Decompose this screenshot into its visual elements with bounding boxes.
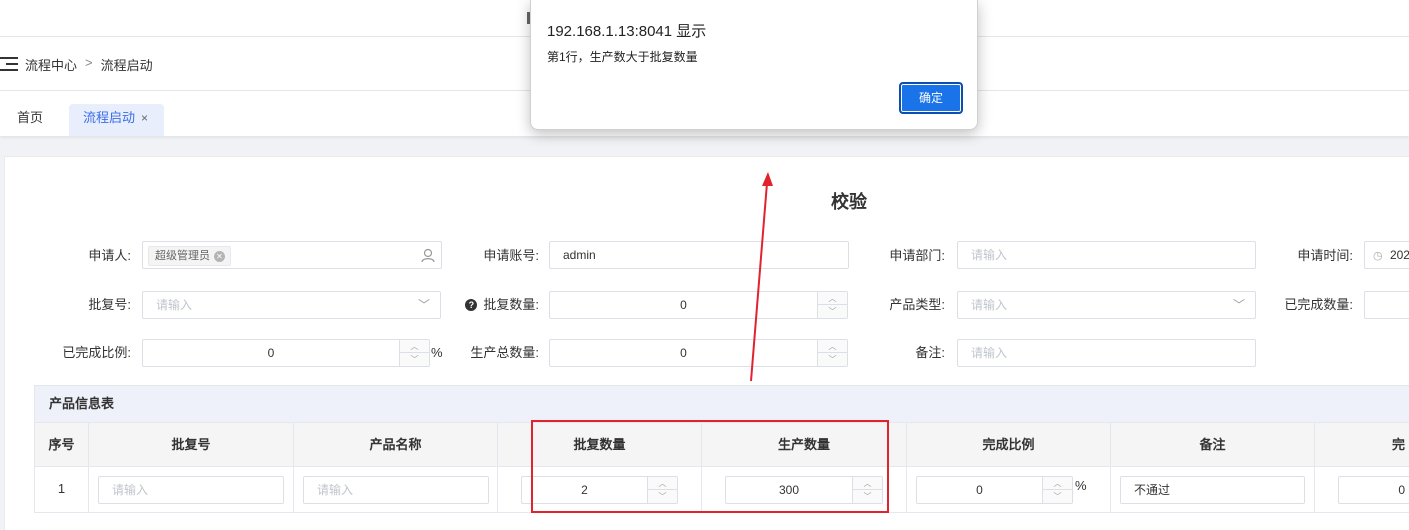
page-title: 校验 (831, 192, 867, 212)
done-ratio-value: 0 (267, 346, 275, 360)
stepper-controls: ︿ ﹀ (399, 340, 429, 366)
approval-no-select[interactable]: 请输入 ﹀ (142, 291, 441, 319)
help-icon[interactable]: ? (465, 299, 478, 311)
total-qty-stepper[interactable]: 0 ︿ ﹀ (549, 339, 848, 367)
time-value: 202 (1389, 248, 1409, 262)
dialog-origin: 192.168.1.13:8041 显示 (547, 23, 707, 40)
column-header: 完 (1315, 423, 1409, 466)
row-index-cell: 1 (35, 467, 89, 512)
breadcrumb-item-flow-start: 流程启动 (100, 58, 153, 73)
tab-flow-start-label: 流程启动 (83, 110, 136, 125)
product-type-select[interactable]: 请输入 ﹀ (957, 291, 1256, 319)
row-ratio-value: 0 (976, 483, 983, 497)
done-ratio-label: 已完成比例: (62, 345, 131, 360)
applicant-label: 申请人: (88, 248, 131, 263)
stepper-controls: ︿ ﹀ (817, 292, 847, 318)
row-remark-input[interactable]: 不通过 (1120, 476, 1305, 504)
clock-icon: ◷ (1373, 250, 1383, 262)
product-name-cell: 请输入 (294, 467, 498, 512)
tab-home[interactable]: 首页 (17, 104, 43, 136)
ratio-cell: 0 ︿ ﹀ % (907, 467, 1111, 512)
row-approval-no-input[interactable]: 请输入 (98, 476, 284, 504)
decrement-icon[interactable]: ﹀ (818, 353, 847, 366)
dept-field[interactable]: 请输入 (957, 241, 1256, 269)
highlight-box (531, 420, 889, 513)
tab-flow-start[interactable]: 流程启动 × (69, 104, 164, 136)
user-icon[interactable] (421, 248, 435, 263)
increment-icon[interactable]: ︿ (818, 292, 847, 305)
decrement-icon[interactable]: ﹀ (1043, 490, 1072, 503)
done-qty-label: 已完成数量: (1284, 297, 1353, 312)
product-type-placeholder: 请输入 (971, 298, 1008, 312)
remark-cell: 不通过 (1111, 467, 1315, 512)
decrement-icon[interactable]: ﹀ (400, 353, 429, 366)
total-qty-value: 0 (680, 346, 687, 360)
breadcrumb-item-flow-center[interactable]: 流程中心 (25, 55, 77, 74)
applicant-tag: 超级管理员 ✕ (148, 246, 231, 266)
approval-no-label: 批复号: (88, 297, 131, 312)
account-field[interactable]: admin (549, 241, 849, 269)
increment-icon[interactable]: ︿ (1043, 477, 1072, 490)
row-index: 1 (57, 481, 66, 496)
column-header: 产品名称 (294, 423, 498, 466)
row-product-name-input[interactable]: 请输入 (303, 476, 489, 504)
dialog-message: 第1行，生产数大于批复数量 (547, 50, 698, 64)
chevron-down-icon: ﹀ (1232, 298, 1245, 312)
decrement-icon[interactable]: ﹀ (818, 305, 847, 318)
column-header: 批复号 (89, 423, 294, 466)
applicant-tag-text: 超级管理员 (155, 250, 210, 262)
chevron-down-icon: ﹀ (417, 298, 430, 312)
remark-field[interactable]: 请输入 (957, 339, 1256, 367)
approval-no-placeholder: 请输入 (156, 298, 193, 312)
row-ratio-stepper[interactable]: 0 ︿ ﹀ (916, 476, 1073, 504)
column-header: 序号 (35, 423, 89, 466)
time-label: 申请时间: (1297, 248, 1353, 263)
remark-label: 备注: (915, 345, 945, 360)
ok-button[interactable]: 确定 (899, 82, 963, 114)
account-label: 申请账号: (483, 248, 539, 263)
table-title: 产品信息表 (34, 385, 1409, 423)
breadcrumb-separator: > (85, 55, 93, 70)
approval-qty-label-text: 批复数量: (483, 297, 539, 312)
approval-qty-stepper[interactable]: 0 ︿ ﹀ (549, 291, 848, 319)
row-done-input[interactable]: 0 (1338, 476, 1409, 504)
done-cell: 0 (1315, 467, 1409, 512)
alert-dialog: 192.168.1.13:8041 显示 第1行，生产数大于批复数量 确定 (530, 0, 978, 130)
done-ratio-stepper[interactable]: 0 ︿ ﹀ (142, 339, 430, 367)
approval-no-cell: 请输入 (89, 467, 294, 512)
approval-qty-value: 0 (680, 298, 687, 312)
stepper-controls: ︿ ﹀ (1042, 477, 1072, 503)
breadcrumb: 流程中心 > 流程启动 (25, 55, 153, 74)
column-header: 完成比例 (907, 423, 1111, 466)
percent-unit: % (1075, 478, 1087, 493)
stepper-controls: ︿ ﹀ (817, 340, 847, 366)
applicant-field[interactable]: 超级管理员 ✕ (142, 241, 442, 269)
increment-icon[interactable]: ︿ (818, 340, 847, 353)
dept-label: 申请部门: (889, 248, 945, 263)
close-icon[interactable]: × (141, 111, 148, 125)
total-qty-label: 生产总数量: (470, 345, 539, 360)
column-header: 备注 (1111, 423, 1315, 466)
product-type-label: 产品类型: (889, 297, 945, 312)
done-qty-field[interactable] (1364, 291, 1409, 319)
approval-qty-label: ? 批复数量: (445, 294, 539, 313)
time-field[interactable]: ◷ 202 (1364, 241, 1409, 269)
percent-unit: % (431, 345, 443, 360)
menu-fold-icon[interactable] (0, 57, 18, 71)
tag-close-icon[interactable]: ✕ (214, 250, 225, 262)
increment-icon[interactable]: ︿ (400, 340, 429, 353)
